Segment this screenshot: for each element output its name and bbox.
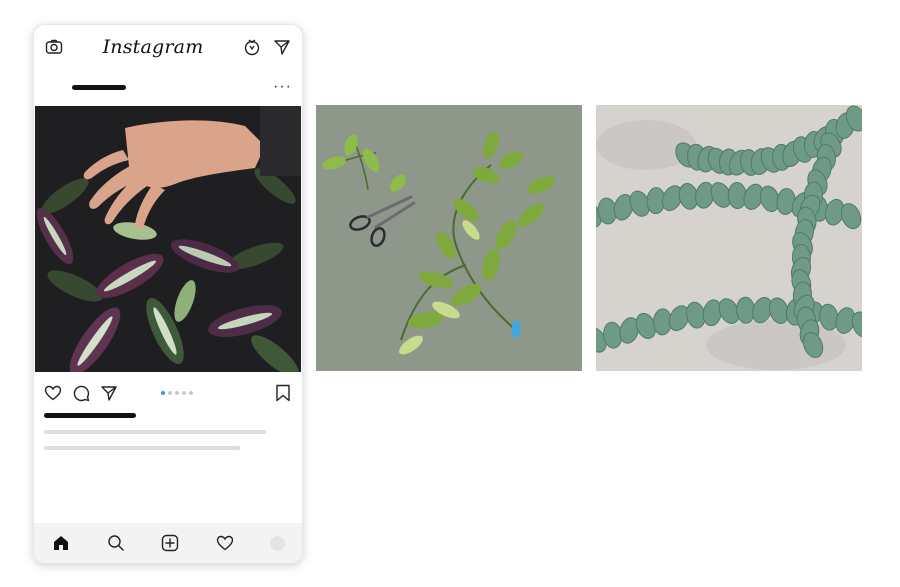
carousel-dot: [182, 391, 186, 395]
heart-icon[interactable]: [215, 533, 235, 553]
photo-succulent-chains: [596, 105, 862, 371]
camera-icon[interactable]: [44, 37, 64, 57]
search-icon[interactable]: [106, 533, 126, 553]
send-icon[interactable]: [99, 383, 119, 403]
username-placeholder[interactable]: [72, 84, 126, 90]
carousel-dot: [175, 391, 179, 395]
carousel-dot-active: [161, 391, 165, 395]
caption-placeholder-line: [44, 430, 266, 434]
post-header: ···: [34, 69, 302, 105]
carousel-dot: [189, 391, 193, 395]
send-icon[interactable]: [272, 37, 292, 57]
more-icon[interactable]: ···: [273, 79, 292, 95]
post-actions: [34, 381, 302, 405]
instagram-header: Instagram: [34, 25, 302, 69]
caption-placeholder-line: [44, 446, 240, 450]
add-post-icon[interactable]: [160, 533, 180, 553]
carousel-indicator: [161, 391, 193, 395]
igtv-icon[interactable]: [242, 37, 262, 57]
photo-plant-cuttings: [316, 105, 582, 371]
app-title: Instagram: [102, 36, 204, 58]
post-image[interactable]: [35, 106, 301, 372]
home-icon[interactable]: [51, 533, 71, 553]
bottom-nav: [34, 523, 302, 563]
avatar[interactable]: [269, 535, 285, 551]
likes-placeholder: [44, 413, 136, 418]
heart-icon[interactable]: [43, 383, 63, 403]
carousel-dot: [168, 391, 172, 395]
bookmark-icon[interactable]: [273, 383, 293, 403]
phone-mockup: Instagram ···: [33, 24, 303, 564]
comment-icon[interactable]: [71, 383, 91, 403]
